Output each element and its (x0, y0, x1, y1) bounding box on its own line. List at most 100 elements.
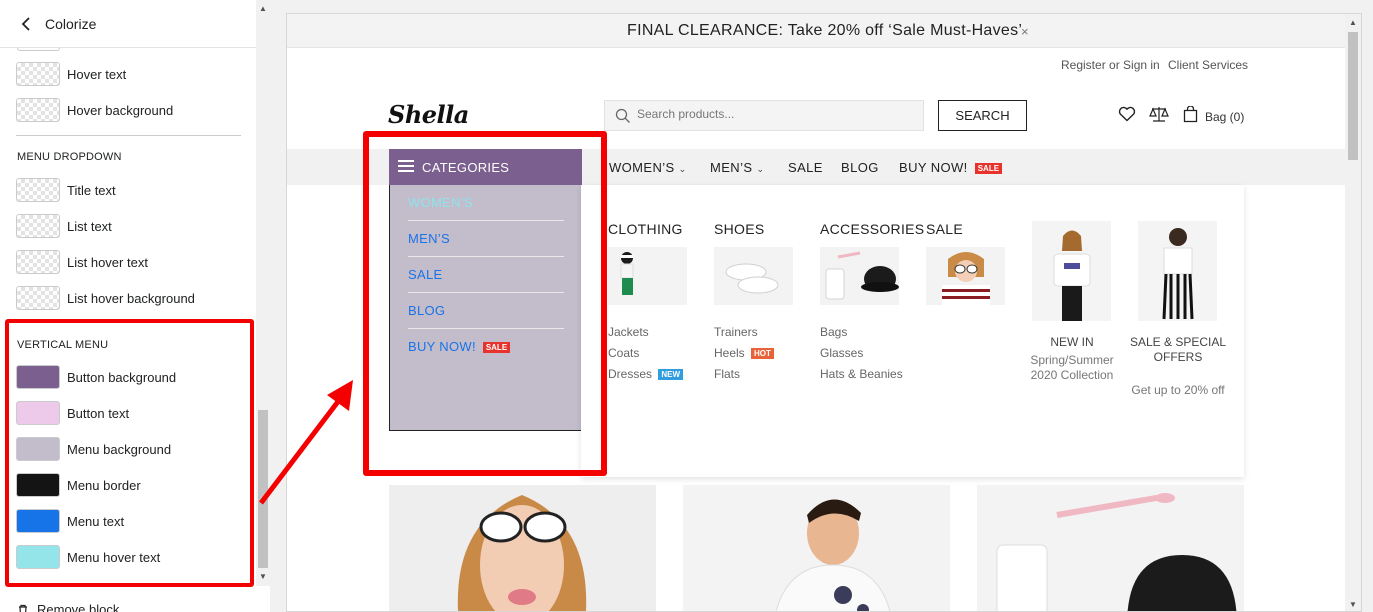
setting-list-hover-text[interactable]: List hover text (16, 249, 246, 275)
mega-link-coats[interactable]: Coats (608, 346, 639, 360)
trash-icon (19, 604, 27, 612)
setting-hover-background[interactable]: Hover background (16, 97, 246, 123)
setting-label: List hover background (67, 291, 195, 306)
mega-link-label: Dresses (608, 367, 653, 381)
settings-panel: Colorize Hover text Hover background MEN… (0, 0, 256, 612)
color-swatch[interactable] (16, 214, 60, 238)
client-services-link[interactable]: Client Services (1168, 58, 1248, 72)
hot-badge: HOT (751, 348, 774, 360)
mega-column-title[interactable]: SALE (926, 221, 963, 237)
scrollbar-thumb[interactable] (258, 410, 268, 568)
compare-icon[interactable] (1149, 106, 1169, 123)
sale-image[interactable] (926, 247, 1005, 305)
color-swatch[interactable] (17, 48, 60, 51)
scrollbar-thumb[interactable] (1348, 32, 1358, 160)
vertical-menu-item-blog[interactable]: BLOG (408, 293, 564, 329)
color-swatch[interactable] (16, 62, 60, 86)
chevron-down-icon: ⌄ (756, 164, 765, 174)
heart-icon[interactable] (1118, 106, 1136, 122)
color-swatch[interactable] (16, 473, 60, 497)
setting-title-text[interactable]: Title text (16, 177, 246, 203)
product-image[interactable] (389, 485, 656, 611)
color-swatch[interactable] (16, 286, 60, 310)
setting-hover-text[interactable]: Hover text (16, 61, 246, 87)
section-heading-menu-dropdown: MENU DROPDOWN (17, 151, 122, 163)
product-image[interactable] (977, 485, 1244, 611)
nav-item-label: MEN’S (710, 160, 753, 175)
remove-block-button[interactable]: Remove block (17, 602, 119, 612)
announcement-bar: FINAL CLEARANCE: Take 20% off ‘Sale Must… (287, 14, 1347, 48)
close-icon[interactable]: × (1021, 24, 1029, 39)
search-box (604, 100, 924, 131)
panel-scrollbar[interactable]: ▲ ▼ (256, 0, 270, 586)
color-swatch[interactable] (16, 178, 60, 202)
nav-item-buy-now[interactable]: BUY NOW! SALE (899, 160, 1003, 175)
scroll-down-icon[interactable]: ▼ (1349, 600, 1357, 609)
nav-item-mens[interactable]: MEN’S ⌄ (710, 160, 764, 175)
vertical-menu-item-sale[interactable]: SALE (408, 257, 564, 293)
setting-button-text[interactable]: Button text (16, 400, 246, 426)
mega-link-hats-beanies[interactable]: Hats & Beanies (820, 367, 903, 381)
logo[interactable]: Shella (388, 100, 469, 129)
setting-label: Menu border (67, 478, 141, 493)
clothing-image[interactable] (608, 247, 687, 305)
nav-item-womens[interactable]: WOMEN’S ⌄ (609, 160, 687, 175)
setting-list-text[interactable]: List text (16, 213, 246, 239)
promo-title[interactable]: NEW IN (1022, 335, 1122, 350)
register-link[interactable]: Register or Sign in (1061, 58, 1160, 72)
nav-item-blog[interactable]: BLOG (841, 160, 879, 175)
scroll-up-icon[interactable]: ▲ (259, 4, 267, 13)
color-swatch[interactable] (16, 437, 60, 461)
search-icon (615, 108, 630, 123)
color-swatch[interactable] (16, 250, 60, 274)
mega-column-title[interactable]: ACCESSORIES (820, 221, 924, 237)
search-input[interactable] (637, 107, 917, 121)
new-in-image[interactable] (1032, 221, 1111, 321)
nav-item-sale[interactable]: SALE (788, 160, 823, 175)
categories-button[interactable]: CATEGORIES (389, 149, 582, 185)
promo-title[interactable]: SALE & SPECIAL OFFERS (1128, 335, 1228, 365)
color-swatch[interactable] (16, 365, 60, 389)
setting-label: Menu background (67, 442, 172, 457)
bag-icon[interactable] (1183, 106, 1198, 123)
vertical-menu: WOMEN’S MEN’S SALE BLOG BUY NOW! SALE (389, 185, 582, 431)
nav-item-label: WOMEN’S (609, 160, 675, 175)
sale-badge: SALE (974, 163, 1003, 175)
color-swatch[interactable] (16, 545, 60, 569)
mega-column-title[interactable]: SHOES (714, 221, 765, 237)
sale-offers-image[interactable] (1138, 221, 1217, 321)
mega-link-jackets[interactable]: Jackets (608, 325, 649, 339)
color-swatch[interactable] (16, 401, 60, 425)
panel-title: Colorize (45, 16, 97, 32)
vertical-menu-item-buy-now[interactable]: BUY NOW! SALE (408, 329, 564, 365)
scroll-down-icon[interactable]: ▼ (259, 572, 267, 581)
setting-button-background[interactable]: Button background (16, 364, 246, 390)
mega-link-bags[interactable]: Bags (820, 325, 847, 339)
setting-menu-background[interactable]: Menu background (16, 436, 246, 462)
mega-link-trainers[interactable]: Trainers (714, 325, 758, 339)
vertical-menu-item-womens[interactable]: WOMEN’S (408, 185, 564, 221)
remove-block-label: Remove block (37, 602, 120, 612)
mega-column-title[interactable]: CLOTHING (608, 221, 683, 237)
shoes-image[interactable] (714, 247, 793, 305)
mega-link-flats[interactable]: Flats (714, 367, 740, 381)
bag-label[interactable]: Bag (0) (1205, 110, 1244, 124)
mega-link-heels[interactable]: Heels HOT (714, 346, 774, 360)
color-swatch[interactable] (16, 98, 60, 122)
mega-link-glasses[interactable]: Glasses (820, 346, 863, 360)
search-button[interactable]: SEARCH (938, 100, 1027, 131)
product-image[interactable] (683, 485, 950, 611)
setting-menu-border[interactable]: Menu border (16, 472, 246, 498)
nav-item-label: BUY NOW! (899, 160, 968, 175)
back-icon[interactable] (17, 14, 37, 34)
setting-menu-hover-text[interactable]: Menu hover text (16, 544, 246, 570)
accessories-image[interactable] (820, 247, 899, 305)
preview-scrollbar[interactable]: ▲ ▼ (1345, 14, 1361, 611)
mega-link-dresses[interactable]: Dresses NEW (608, 367, 684, 381)
scroll-up-icon[interactable]: ▲ (1349, 18, 1357, 27)
setting-list-hover-background[interactable]: List hover background (16, 285, 246, 311)
setting-menu-text[interactable]: Menu text (16, 508, 246, 534)
color-swatch[interactable] (16, 509, 60, 533)
setting-label: Hover text (67, 67, 127, 82)
vertical-menu-item-mens[interactable]: MEN’S (408, 221, 564, 257)
